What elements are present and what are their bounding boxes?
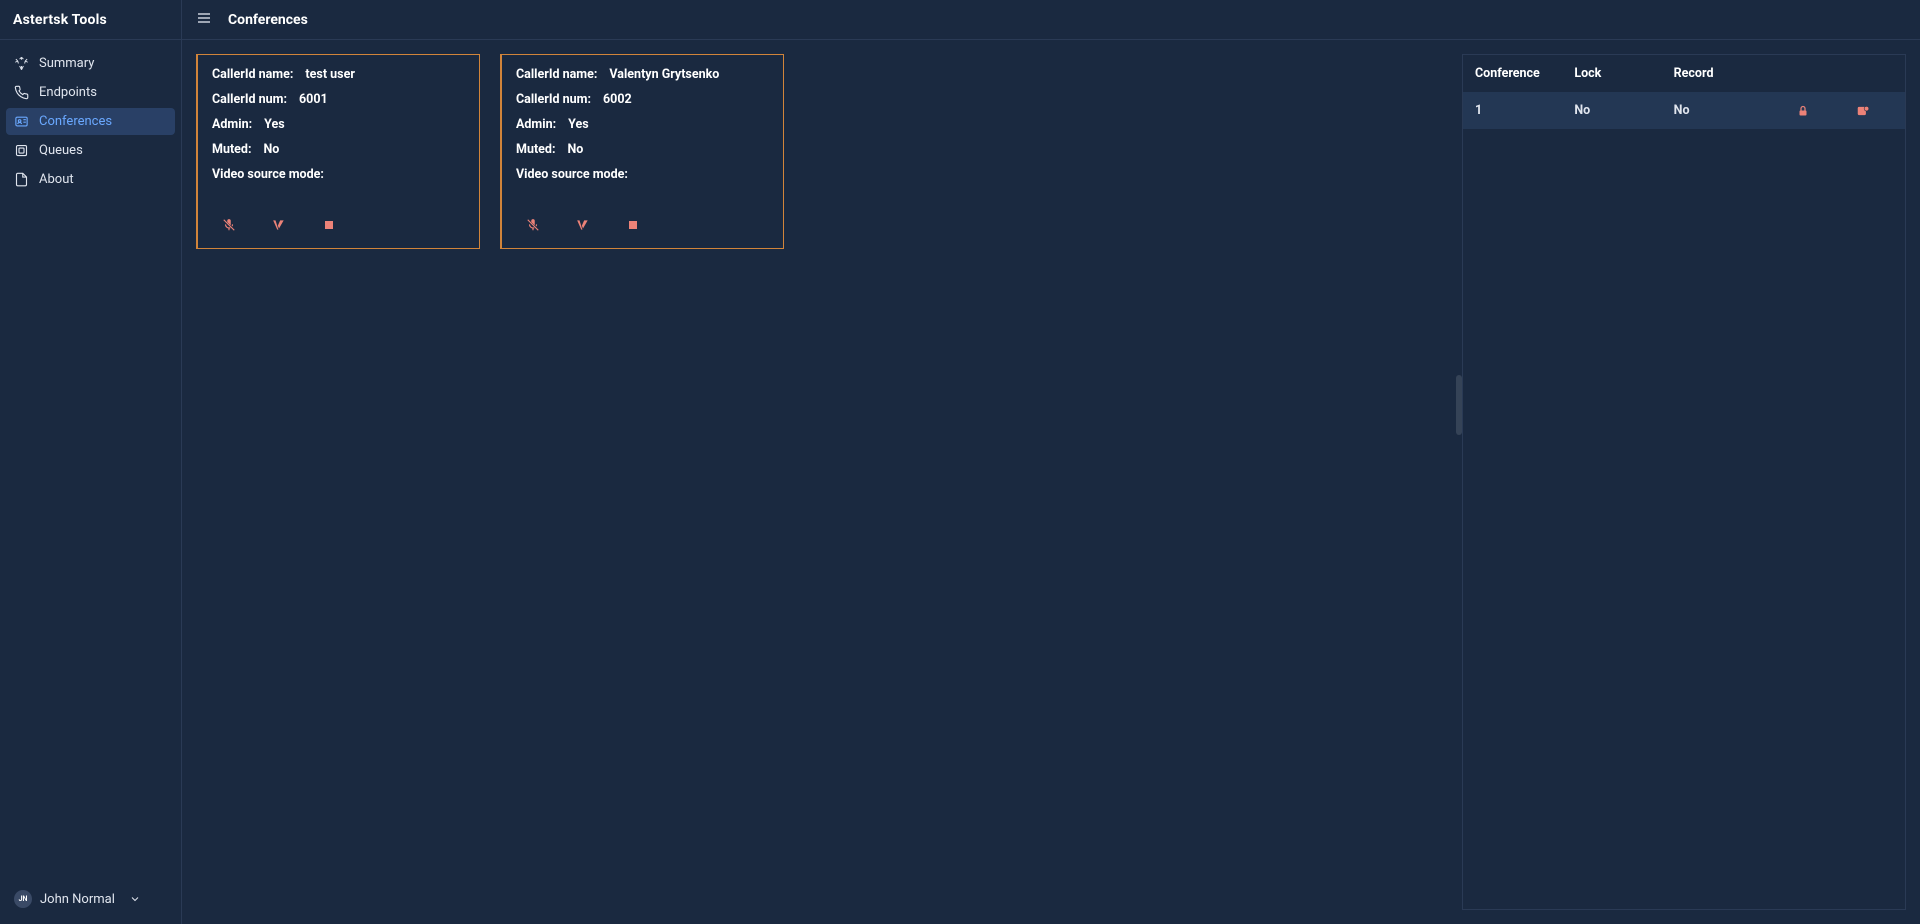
lock-icon <box>1797 104 1809 118</box>
table-header: Conference Lock Record <box>1463 55 1905 92</box>
video-v-icon <box>271 218 287 232</box>
field-label: CallerId num: <box>212 92 287 107</box>
sidebar-item-label: About <box>39 172 74 187</box>
video-v-icon <box>575 218 591 232</box>
file-icon <box>14 172 29 187</box>
field-callerid-name: CallerId name: Valentyn Grytsenko <box>516 67 769 82</box>
field-label: Video source mode: <box>516 167 628 182</box>
field-value: test user <box>305 67 355 82</box>
field-label: Admin: <box>212 117 252 132</box>
mic-off-icon <box>222 218 236 232</box>
sidebar-item-label: Endpoints <box>39 85 97 100</box>
field-value: 6001 <box>299 92 328 107</box>
sidebar-item-conferences[interactable]: Conferences <box>6 108 175 135</box>
col-action-lock <box>1773 66 1833 81</box>
card-actions <box>516 206 769 236</box>
col-conference: Conference <box>1475 66 1574 81</box>
table-row[interactable]: 1 No No <box>1463 92 1905 129</box>
phone-icon <box>14 85 29 100</box>
participants-area: CallerId name: test user CallerId num: 6… <box>182 40 1462 924</box>
star-person-icon <box>14 56 29 71</box>
record-button[interactable] <box>1833 104 1893 118</box>
mute-button[interactable] <box>522 214 544 236</box>
field-callerid-name: CallerId name: test user <box>212 67 465 82</box>
sidebar-item-summary[interactable]: Summary <box>6 50 175 77</box>
kick-button[interactable] <box>622 214 644 236</box>
field-callerid-num: CallerId num: 6001 <box>212 92 465 107</box>
col-action-record <box>1833 66 1893 81</box>
col-lock: Lock <box>1574 66 1673 81</box>
sidebar-item-endpoints[interactable]: Endpoints <box>6 79 175 106</box>
card-actions <box>212 206 465 236</box>
nav-items: Summary Endpoints Conferences Queues Abo… <box>0 40 181 880</box>
cell-lock: No <box>1574 103 1673 118</box>
field-admin: Admin: Yes <box>516 117 769 132</box>
menu-toggle-button[interactable] <box>196 10 212 30</box>
field-label: CallerId num: <box>516 92 591 107</box>
sidebar-item-queues[interactable]: Queues <box>6 137 175 164</box>
field-admin: Admin: Yes <box>212 117 465 132</box>
conference-table: Conference Lock Record 1 No No <box>1462 54 1906 910</box>
field-value: Yes <box>264 117 285 132</box>
video-button[interactable] <box>572 214 594 236</box>
main: Conferences CallerId name: test user Cal… <box>182 0 1920 924</box>
chevron-down-icon <box>129 893 141 905</box>
field-label: Muted: <box>212 142 251 157</box>
field-video-mode: Video source mode: <box>516 167 769 182</box>
user-menu[interactable]: JN John Normal <box>0 880 181 924</box>
user-name: John Normal <box>40 892 115 907</box>
page-title: Conferences <box>228 12 308 28</box>
video-button[interactable] <box>268 214 290 236</box>
participant-card: CallerId name: Valentyn Grytsenko Caller… <box>500 54 784 249</box>
participant-card: CallerId name: test user CallerId num: 6… <box>196 54 480 249</box>
sidebar-item-about[interactable]: About <box>6 166 175 193</box>
field-label: Video source mode: <box>212 167 324 182</box>
cell-conference: 1 <box>1475 103 1574 118</box>
mute-button[interactable] <box>218 214 240 236</box>
sidebar-item-label: Conferences <box>39 114 112 129</box>
record-icon <box>1856 104 1870 118</box>
sidebar-item-label: Summary <box>39 56 94 71</box>
field-muted: Muted: No <box>516 142 769 157</box>
field-label: CallerId name: <box>516 67 597 82</box>
field-label: CallerId name: <box>212 67 293 82</box>
stop-icon <box>627 219 639 231</box>
mic-off-icon <box>526 218 540 232</box>
field-video-mode: Video source mode: <box>212 167 465 182</box>
kick-button[interactable] <box>318 214 340 236</box>
app-title: Astertsk Tools <box>13 12 107 28</box>
hamburger-icon <box>196 10 212 26</box>
avatar: JN <box>14 890 32 908</box>
field-label: Muted: <box>516 142 555 157</box>
topbar: Conferences <box>182 0 1920 40</box>
layers-icon <box>14 143 29 158</box>
stop-icon <box>323 219 335 231</box>
content: CallerId name: test user CallerId num: 6… <box>182 40 1920 924</box>
lock-button[interactable] <box>1773 104 1833 118</box>
right-panel: Conference Lock Record 1 No No <box>1462 40 1920 924</box>
sidebar-header: Astertsk Tools <box>0 0 181 40</box>
field-value: 6002 <box>603 92 632 107</box>
field-value: No <box>263 142 279 157</box>
scrollbar[interactable] <box>1456 375 1462 435</box>
cell-record: No <box>1674 103 1773 118</box>
id-card-icon <box>14 114 29 129</box>
field-muted: Muted: No <box>212 142 465 157</box>
col-record: Record <box>1674 66 1773 81</box>
field-value: No <box>567 142 583 157</box>
field-callerid-num: CallerId num: 6002 <box>516 92 769 107</box>
field-label: Admin: <box>516 117 556 132</box>
sidebar-item-label: Queues <box>39 143 83 158</box>
field-value: Valentyn Grytsenko <box>609 67 719 82</box>
sidebar: Astertsk Tools Summary Endpoints Confere… <box>0 0 182 924</box>
field-value: Yes <box>568 117 589 132</box>
